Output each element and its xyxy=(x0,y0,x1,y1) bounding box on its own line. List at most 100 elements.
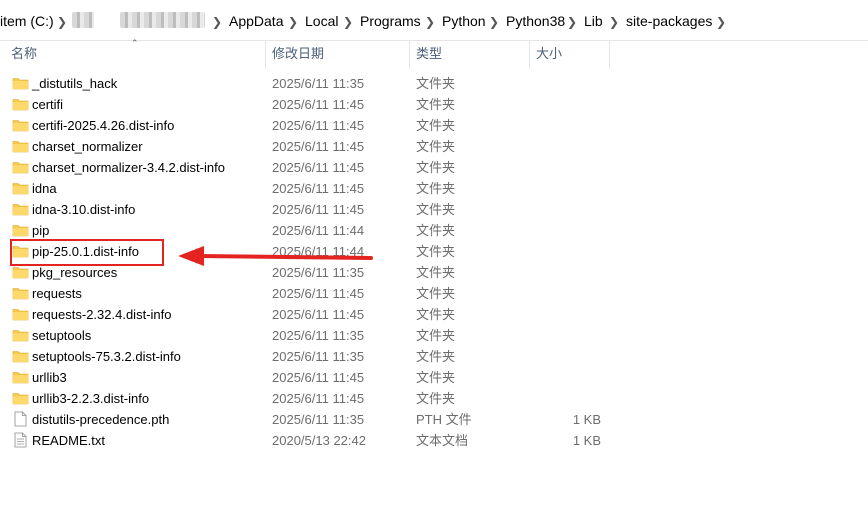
file-row[interactable]: certifi-2025.4.26.dist-info 2025/6/11 11:… xyxy=(0,115,620,136)
file-row[interactable]: pip 2025/6/11 11:44 文件夹 xyxy=(0,220,620,241)
redacted-breadcrumb-segment xyxy=(120,12,205,28)
folder-icon xyxy=(12,306,29,322)
folder-icon xyxy=(12,285,29,301)
file-modified-date: 2025/6/11 11:35 xyxy=(272,76,365,91)
chevron-right-icon[interactable]: ❯ xyxy=(57,14,67,30)
column-divider[interactable] xyxy=(529,41,530,69)
chevron-right-icon[interactable]: ❯ xyxy=(716,14,726,30)
file-row[interactable]: charset_normalizer 2025/6/11 11:45 文件夹 xyxy=(0,136,620,157)
file-modified-date: 2025/6/11 11:45 xyxy=(272,307,365,322)
file-modified-date: 2025/6/11 11:45 xyxy=(272,118,365,133)
file-row[interactable]: distutils-precedence.pth 2025/6/11 11:35 P… xyxy=(0,409,620,430)
file-row[interactable]: requests-2.32.4.dist-info 2025/6/11 11:45… xyxy=(0,304,620,325)
file-type: 文件夹 xyxy=(416,160,456,175)
file-modified-date: 2025/6/11 11:45 xyxy=(272,160,365,175)
column-header-size[interactable]: 大小 xyxy=(536,41,562,69)
folder-icon xyxy=(12,96,29,112)
chevron-right-icon[interactable]: ❯ xyxy=(489,14,499,30)
breadcrumb-site-packages[interactable]: site-packages xyxy=(626,13,712,29)
column-divider[interactable] xyxy=(265,41,266,69)
file-name: certifi xyxy=(32,97,64,112)
breadcrumb-lib[interactable]: Lib xyxy=(584,13,603,29)
file-type: 文件夹 xyxy=(416,328,456,343)
text-file-icon xyxy=(12,432,29,448)
folder-icon xyxy=(12,390,29,406)
file-row[interactable]: charset_normalizer-3.4.2.dist-info 2025/6… xyxy=(0,157,620,178)
file-icon xyxy=(12,411,29,427)
file-name: pkg_resources xyxy=(32,265,118,280)
file-type: 文件夹 xyxy=(416,202,456,217)
file-name: idna xyxy=(32,181,57,196)
file-type: 文件夹 xyxy=(416,391,456,406)
folder-icon xyxy=(12,138,29,154)
file-type: 文件夹 xyxy=(416,181,456,196)
file-modified-date: 2025/6/11 11:45 xyxy=(272,97,365,112)
file-row[interactable]: idna-3.10.dist-info 2025/6/11 11:45 文件夹 xyxy=(0,199,620,220)
file-type: 文件夹 xyxy=(416,139,456,154)
file-modified-date: 2020/5/13 22:42 xyxy=(272,433,366,448)
breadcrumb-python38[interactable]: Python38 xyxy=(506,13,565,29)
file-modified-date: 2025/6/11 11:44 xyxy=(272,223,365,238)
file-name: distutils-precedence.pth xyxy=(32,412,170,427)
file-name: setuptools xyxy=(32,328,92,343)
chevron-right-icon[interactable]: ❯ xyxy=(343,14,353,30)
column-divider[interactable] xyxy=(609,41,610,69)
address-bar[interactable]: item (C:) ❯ ❯ AppData ❯ Local ❯ Programs… xyxy=(0,0,868,41)
file-type: 文件夹 xyxy=(416,265,456,280)
folder-icon xyxy=(12,369,29,385)
file-type: PTH 文件 xyxy=(416,412,472,427)
file-name: requests-2.32.4.dist-info xyxy=(32,307,172,322)
file-name: certifi-2025.4.26.dist-info xyxy=(32,118,175,133)
file-type: 文件夹 xyxy=(416,370,456,385)
file-row[interactable]: certifi 2025/6/11 11:45 文件夹 xyxy=(0,94,620,115)
redacted-breadcrumb-segment xyxy=(72,12,94,28)
file-row[interactable]: _distutils_hack 2025/6/11 11:35 文件夹 xyxy=(0,73,620,94)
file-row[interactable]: setuptools 2025/6/11 11:35 文件夹 xyxy=(0,325,620,346)
file-name: urllib3 xyxy=(32,370,67,385)
file-row[interactable]: requests 2025/6/11 11:45 文件夹 xyxy=(0,283,620,304)
file-size: 1 KB xyxy=(572,433,601,448)
column-header-type[interactable]: 类型 xyxy=(416,41,442,69)
file-modified-date: 2025/6/11 11:35 xyxy=(272,349,365,364)
file-name: setuptools-75.3.2.dist-info xyxy=(32,349,181,364)
column-header-row: 名称 修改日期 类型 大小 xyxy=(0,41,868,69)
file-type: 文件夹 xyxy=(416,244,456,259)
breadcrumb-appdata[interactable]: AppData xyxy=(229,13,283,29)
file-modified-date: 2025/6/11 11:45 xyxy=(272,391,365,406)
file-type: 文件夹 xyxy=(416,307,456,322)
chevron-right-icon[interactable]: ❯ xyxy=(212,14,222,30)
breadcrumb-programs[interactable]: Programs xyxy=(360,13,421,29)
breadcrumb-drive[interactable]: item (C:) xyxy=(0,13,54,29)
file-row[interactable]: urllib3-2.2.3.dist-info 2025/6/11 11:45 文件… xyxy=(0,388,620,409)
file-name: README.txt xyxy=(32,433,105,448)
file-row[interactable]: idna 2025/6/11 11:45 文件夹 xyxy=(0,178,620,199)
chevron-right-icon[interactable]: ❯ xyxy=(567,14,577,30)
breadcrumb-python[interactable]: Python xyxy=(442,13,486,29)
file-modified-date: 2025/6/11 11:45 xyxy=(272,286,365,301)
file-type: 文件夹 xyxy=(416,76,456,91)
chevron-right-icon[interactable]: ❯ xyxy=(425,14,435,30)
folder-icon xyxy=(12,348,29,364)
file-modified-date: 2025/6/11 11:35 xyxy=(272,412,365,427)
folder-icon xyxy=(12,75,29,91)
file-row[interactable]: urllib3 2025/6/11 11:45 文件夹 xyxy=(0,367,620,388)
breadcrumb-local[interactable]: Local xyxy=(305,13,338,29)
file-type: 文件夹 xyxy=(416,286,456,301)
file-modified-date: 2025/6/11 11:45 xyxy=(272,181,365,196)
file-row[interactable]: setuptools-75.3.2.dist-info 2025/6/11 11:… xyxy=(0,346,620,367)
file-size: 1 KB xyxy=(572,412,601,427)
file-row[interactable]: README.txt 2020/5/13 22:42 文本文档 1 KB xyxy=(0,430,620,451)
column-header-date[interactable]: 修改日期 xyxy=(272,41,324,69)
file-modified-date: 2025/6/11 11:45 xyxy=(272,370,365,385)
chevron-right-icon[interactable]: ❯ xyxy=(609,14,619,30)
chevron-right-icon[interactable]: ❯ xyxy=(288,14,298,30)
file-name: idna-3.10.dist-info xyxy=(32,202,136,217)
folder-icon xyxy=(12,264,29,280)
annotation-arrow-icon xyxy=(178,246,373,266)
highlight-box xyxy=(10,239,164,266)
column-header-name[interactable]: 名称 xyxy=(11,41,37,69)
file-type: 文件夹 xyxy=(416,118,456,133)
folder-icon xyxy=(12,327,29,343)
file-name: charset_normalizer xyxy=(32,139,143,154)
column-divider[interactable] xyxy=(409,41,410,69)
